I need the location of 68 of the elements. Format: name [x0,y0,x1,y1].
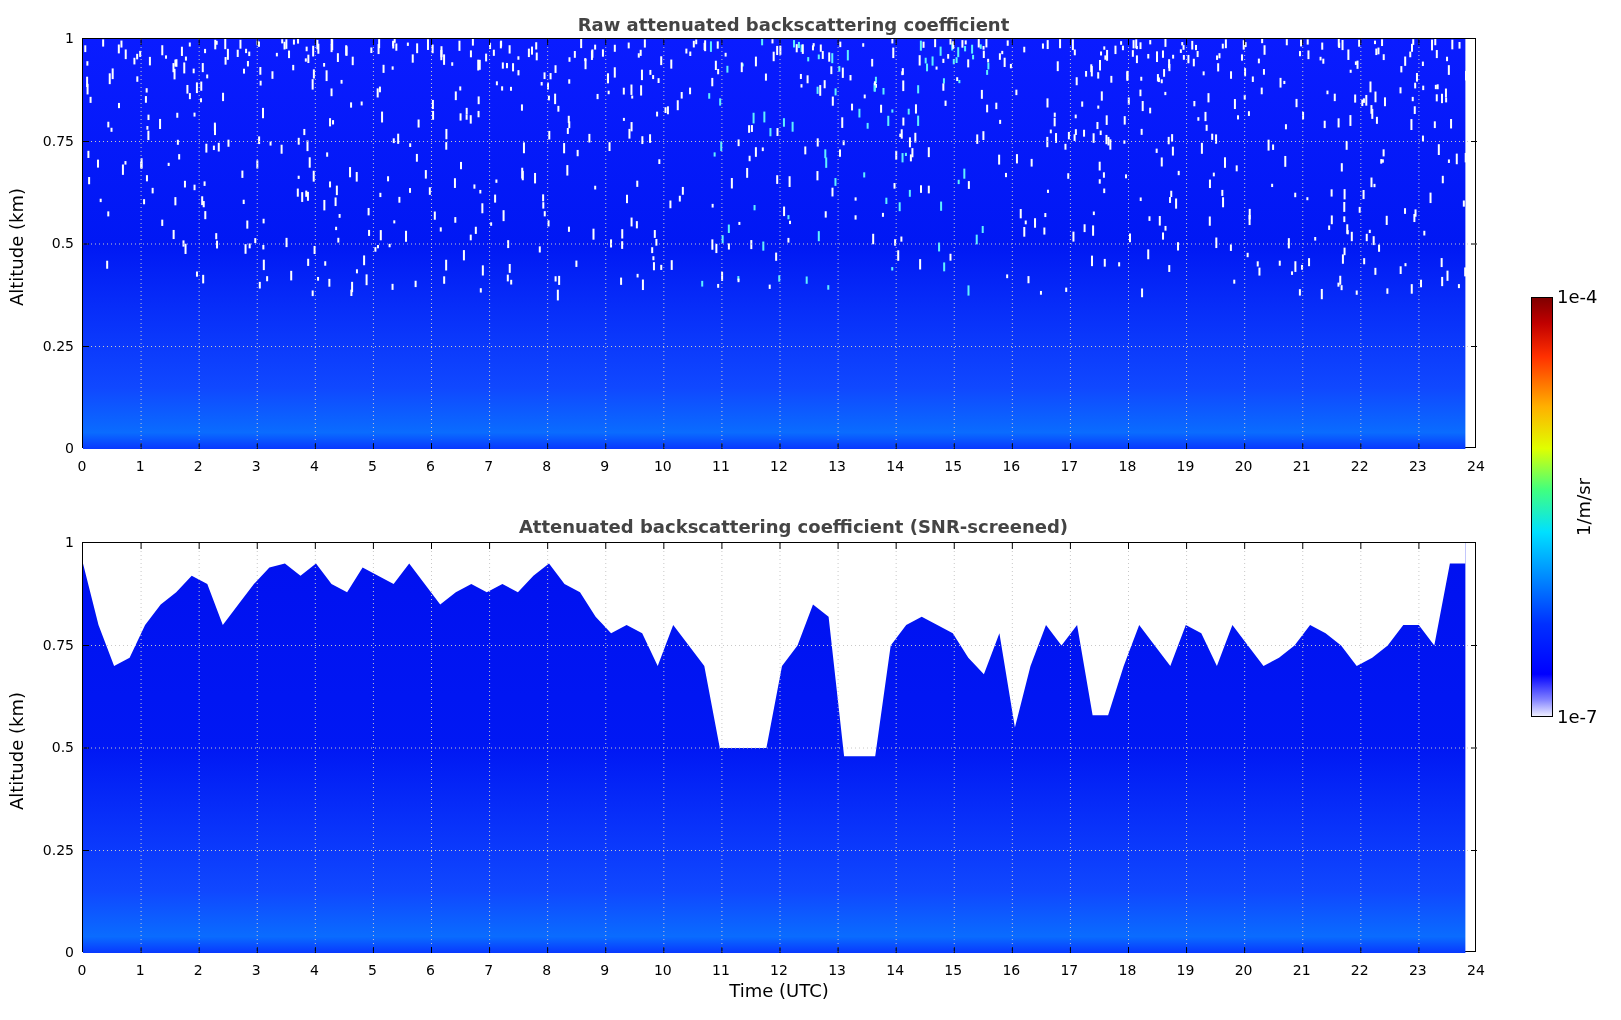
x-tick-label: 17 [1059,961,1080,980]
x-tick-label: 7 [483,961,495,980]
x-tick-label: 15 [943,961,964,980]
y-tick-label: 0 [65,440,74,456]
x-tick-label: 11 [711,961,731,980]
x-tick-label: 16 [1001,961,1022,980]
x-tick-label: 1 [134,457,146,476]
x-tick-label: 20 [1233,961,1254,980]
x-tick-label: 8 [541,457,553,476]
x-tick-label: 18 [1117,457,1138,476]
x-tick-label: 19 [1175,457,1196,476]
y-axis-label: Altitude (km) [8,187,26,307]
x-tick-label: 12 [769,961,789,980]
x-tick-label: 4 [308,961,320,980]
x-tick-label: 19 [1175,961,1196,980]
x-tick-label: 9 [599,457,611,476]
x-tick-label: 24 [1466,457,1486,476]
x-tick-label: 6 [425,961,436,980]
y-axis-label: Altitude (km) [8,691,26,811]
x-tick-label: 24 [1466,961,1486,980]
plot-title: Raw attenuated backscattering coefficient [577,16,1010,34]
x-tick-label: 22 [1349,961,1370,980]
x-tick-label: 23 [1407,961,1428,980]
x-tick-label: 22 [1349,457,1370,476]
x-tick-label: 15 [943,457,964,476]
x-tick-label: 2 [192,457,204,476]
x-tick-label: 3 [250,961,262,980]
y-tick-label: 0 [65,944,74,960]
y-tick-label: 0.5 [51,739,74,755]
x-tick-label: 7 [483,457,495,476]
x-tick-label: 20 [1233,457,1254,476]
x-tick-label: 9 [599,961,611,980]
x-tick-label: 1 [134,961,146,980]
colorbar-min-label: 1e-7 [1556,707,1598,727]
x-tick-label: 11 [711,457,731,476]
colorbar-max-label: 1e-4 [1556,287,1598,307]
x-tick-label: 14 [885,961,906,980]
x-tick-label: 5 [366,457,378,476]
x-tick-label: 10 [652,457,673,476]
x-tick-label: 21 [1291,457,1312,476]
x-tick-label: 10 [652,961,673,980]
y-tick-label: 0.25 [42,841,74,858]
x-axis-label: Time (UTC) [729,982,829,1000]
x-tick-label: 2 [192,961,204,980]
y-tick-label: 1 [65,534,74,550]
x-tick-label: 4 [308,457,320,476]
y-tick-label: 0.25 [42,337,74,354]
x-tick-label: 14 [885,457,906,476]
x-tick-label: 0 [76,457,88,476]
x-tick-label: 16 [1001,457,1022,476]
x-tick-label: 0 [76,961,88,980]
x-tick-label: 12 [769,457,789,476]
x-tick-label: 8 [541,961,553,980]
x-tick-label: 3 [250,457,262,476]
x-tick-label: 17 [1059,457,1080,476]
y-tick-label: 1 [65,30,74,46]
colorbar-unit-label: 1/m/sr [1574,478,1595,536]
x-tick-label: 18 [1117,961,1138,980]
x-tick-label: 6 [425,457,436,476]
x-tick-label: 21 [1291,961,1312,980]
x-tick-label: 13 [827,961,847,980]
y-tick-label: 0.5 [51,235,74,251]
x-tick-label: 23 [1407,457,1428,476]
y-tick-label: 0.75 [42,132,74,149]
x-tick-label: 13 [827,457,847,476]
x-tick-label: 5 [366,961,378,980]
plot-title: Attenuated backscattering coefficient (SNR-screened) [518,518,1069,536]
y-tick-label: 0.75 [42,636,74,653]
